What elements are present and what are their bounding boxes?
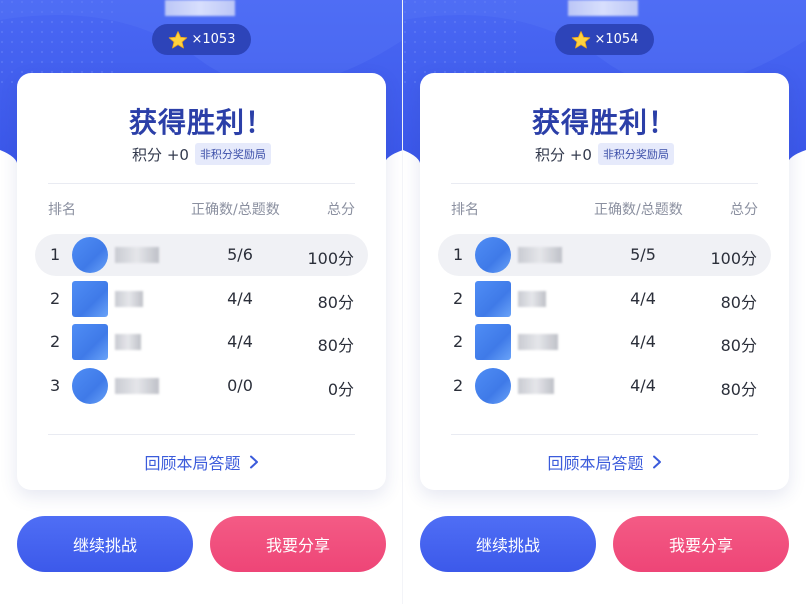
continue-challenge-button[interactable]: 继续挑战 bbox=[420, 516, 596, 572]
avatar bbox=[475, 281, 511, 317]
ranking-row: 2 4/4 80分 bbox=[438, 321, 771, 363]
row-rank: 1 bbox=[50, 245, 61, 264]
player-name-mask bbox=[115, 334, 141, 350]
header-correct: 正确数/总题数 bbox=[191, 202, 280, 218]
row-correct: 5/5 bbox=[630, 245, 656, 264]
avatar bbox=[475, 368, 511, 404]
row-correct: 5/6 bbox=[227, 245, 253, 264]
avatar bbox=[72, 281, 108, 317]
ranking-row: 1 5/5 100分 bbox=[438, 234, 771, 276]
row-total: 80分 bbox=[720, 293, 757, 312]
player-name-mask bbox=[518, 291, 546, 307]
share-button[interactable]: 我要分享 bbox=[210, 516, 386, 572]
avatar bbox=[475, 324, 511, 360]
review-answers-link[interactable]: 回顾本局答题 bbox=[420, 450, 789, 474]
header-rank: 排名 bbox=[48, 202, 76, 218]
row-correct: 0/0 bbox=[227, 376, 253, 395]
share-button[interactable]: 我要分享 bbox=[613, 516, 789, 572]
row-total: 80分 bbox=[720, 336, 757, 355]
bonus-tag: 非积分奖励局 bbox=[597, 143, 674, 165]
row-rank: 3 bbox=[50, 376, 61, 395]
result-card: 获得胜利！ 积分 +0 非积分奖励局 排名 正确数/总题数 总分 1 5/6 1… bbox=[17, 73, 386, 490]
row-correct: 4/4 bbox=[630, 332, 656, 351]
ranking-row: 2 4/4 80分 bbox=[35, 278, 368, 320]
header-rank: 排名 bbox=[451, 202, 479, 218]
row-total: 100分 bbox=[307, 249, 354, 268]
review-answers-label: 回顾本局答题 bbox=[144, 454, 241, 473]
chevron-right-icon bbox=[249, 455, 258, 469]
player-name-mask bbox=[115, 247, 159, 263]
coin-counter: ×1054 bbox=[555, 24, 654, 55]
player-name-mask bbox=[165, 0, 235, 16]
header-total: 总分 bbox=[327, 202, 355, 218]
row-total: 80分 bbox=[317, 336, 354, 355]
row-rank: 2 bbox=[50, 289, 61, 308]
review-answers-label: 回顾本局答题 bbox=[547, 454, 644, 473]
coin-count: ×1053 bbox=[191, 32, 236, 47]
row-rank: 2 bbox=[453, 289, 464, 308]
review-answers-link[interactable]: 回顾本局答题 bbox=[17, 450, 386, 474]
result-panel-right: ×1054 获得胜利！ 积分 +0 非积分奖励局 排名 正确数/总题数 总分 1… bbox=[403, 0, 806, 604]
ranking-row: 2 4/4 80分 bbox=[438, 278, 771, 320]
player-name-mask bbox=[518, 378, 554, 394]
player-name-mask bbox=[518, 247, 562, 263]
star-icon bbox=[571, 30, 590, 48]
star-icon bbox=[168, 30, 187, 48]
row-correct: 4/4 bbox=[630, 289, 656, 308]
result-title: 获得胜利！ bbox=[531, 106, 677, 139]
header-total: 总分 bbox=[730, 202, 758, 218]
divider bbox=[48, 183, 355, 184]
player-name-mask bbox=[115, 291, 143, 307]
avatar bbox=[72, 324, 108, 360]
row-total: 100分 bbox=[710, 249, 757, 268]
row-total: 80分 bbox=[317, 293, 354, 312]
divider bbox=[451, 434, 758, 435]
score-text: 积分 +0 bbox=[132, 145, 189, 164]
row-total: 80分 bbox=[720, 380, 757, 399]
divider bbox=[48, 434, 355, 435]
result-card: 获得胜利！ 积分 +0 非积分奖励局 排名 正确数/总题数 总分 1 5/5 1… bbox=[420, 73, 789, 490]
score-line: 积分 +0 非积分奖励局 bbox=[420, 143, 789, 165]
bonus-tag: 非积分奖励局 bbox=[194, 143, 271, 165]
avatar bbox=[72, 237, 108, 273]
score-line: 积分 +0 非积分奖励局 bbox=[17, 143, 386, 165]
chevron-right-icon bbox=[652, 455, 661, 469]
player-name-mask bbox=[115, 378, 159, 394]
header-correct: 正确数/总题数 bbox=[594, 202, 683, 218]
avatar bbox=[72, 368, 108, 404]
screenshot-stage: ×1053 获得胜利！ 积分 +0 非积分奖励局 排名 正确数/总题数 总分 1… bbox=[0, 0, 806, 604]
result-title: 获得胜利！ bbox=[128, 106, 274, 139]
row-correct: 4/4 bbox=[227, 332, 253, 351]
row-correct: 4/4 bbox=[227, 289, 253, 308]
divider bbox=[451, 183, 758, 184]
continue-challenge-button[interactable]: 继续挑战 bbox=[17, 516, 193, 572]
ranking-header: 排名 正确数/总题数 总分 bbox=[420, 199, 789, 219]
avatar bbox=[475, 237, 511, 273]
result-panel-left: ×1053 获得胜利！ 积分 +0 非积分奖励局 排名 正确数/总题数 总分 1… bbox=[0, 0, 403, 604]
ranking-header: 排名 正确数/总题数 总分 bbox=[17, 199, 386, 219]
row-correct: 4/4 bbox=[630, 376, 656, 395]
player-name-mask bbox=[518, 334, 558, 350]
coin-counter: ×1053 bbox=[152, 24, 251, 55]
ranking-row: 2 4/4 80分 bbox=[35, 321, 368, 363]
coin-count: ×1054 bbox=[594, 32, 639, 47]
ranking-row: 3 0/0 0分 bbox=[35, 365, 368, 407]
player-name-mask bbox=[568, 0, 638, 16]
ranking-row: 1 5/6 100分 bbox=[35, 234, 368, 276]
row-total: 0分 bbox=[327, 380, 354, 399]
row-rank: 1 bbox=[453, 245, 464, 264]
ranking-row: 2 4/4 80分 bbox=[438, 365, 771, 407]
row-rank: 2 bbox=[50, 332, 61, 351]
row-rank: 2 bbox=[453, 332, 464, 351]
row-rank: 2 bbox=[453, 376, 464, 395]
score-text: 积分 +0 bbox=[535, 145, 592, 164]
